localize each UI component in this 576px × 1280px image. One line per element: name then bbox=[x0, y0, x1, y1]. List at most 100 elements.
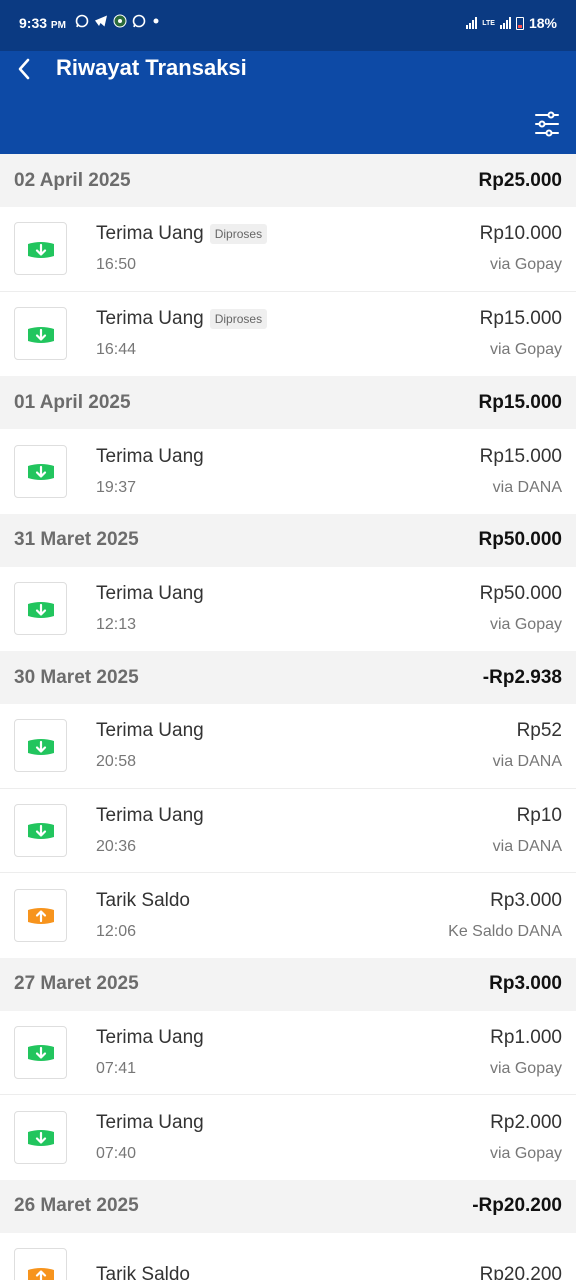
transaction-title: Terima Uang bbox=[96, 445, 204, 467]
transaction-row[interactable]: Terima Uang 20:36 Rp10 via DANA bbox=[0, 788, 576, 873]
group-date: 27 Maret 2025 bbox=[14, 973, 139, 994]
group-total: Rp3.000 bbox=[489, 973, 562, 994]
notification-icons bbox=[75, 14, 161, 28]
receive-money-icon bbox=[14, 582, 67, 636]
transaction-title: Terima Uang bbox=[96, 1026, 204, 1048]
date-group-header: 30 Maret 2025 -Rp2.938 bbox=[0, 651, 576, 704]
group-total: -Rp20.200 bbox=[472, 1195, 562, 1216]
status-ampm: PM bbox=[50, 20, 66, 31]
transaction-channel: via Gopay bbox=[489, 616, 562, 634]
transaction-title: Terima Uang bbox=[96, 223, 204, 245]
transaction-title: Terima Uang bbox=[96, 720, 204, 742]
more-notifications-dot-icon bbox=[153, 18, 159, 24]
transaction-row[interactable]: Terima Uang 19:37 Rp15.000 via DANA bbox=[0, 429, 576, 514]
transaction-amount: Rp10 bbox=[516, 804, 562, 826]
status-badge: Diproses bbox=[209, 309, 268, 330]
transaction-channel: via DANA bbox=[492, 753, 562, 771]
transaction-info: Terima Uang 07:41 bbox=[96, 1027, 490, 1078]
transaction-amount: Rp15.000 bbox=[479, 308, 562, 330]
transaction-amount: Rp1.000 bbox=[490, 1026, 562, 1048]
transaction-title: Tarik Saldo bbox=[96, 1263, 190, 1280]
date-group-header: 26 Maret 2025 -Rp20.200 bbox=[0, 1179, 576, 1233]
date-group-header: 01 April 2025 Rp15.000 bbox=[0, 376, 576, 429]
group-date: 31 Maret 2025 bbox=[14, 529, 139, 550]
transaction-time: 19:37 bbox=[96, 478, 137, 496]
group-total: Rp50.000 bbox=[478, 529, 562, 550]
transaction-info: Terima Uang 19:37 bbox=[96, 446, 480, 497]
group-date: 26 Maret 2025 bbox=[14, 1195, 139, 1216]
transaction-title: Tarik Saldo bbox=[96, 889, 190, 911]
whatsapp-business-icon bbox=[132, 14, 146, 28]
transaction-row[interactable]: Terima Uang 20:58 Rp52 via DANA bbox=[0, 704, 576, 789]
transaction-amount-block: Rp15.000 via Gopay bbox=[480, 308, 562, 359]
filter-icon[interactable] bbox=[534, 110, 560, 138]
transaction-time: 20:58 bbox=[96, 753, 137, 771]
transaction-time: 16:44 bbox=[96, 341, 137, 359]
date-group-header: 27 Maret 2025 Rp3.000 bbox=[0, 957, 576, 1011]
transaction-amount: Rp20.200 bbox=[479, 1263, 562, 1280]
transaction-info: Terima Uang 20:36 bbox=[96, 805, 493, 856]
transaction-row[interactable]: Tarik Saldo 12:06 Rp3.000 Ke Saldo DANA bbox=[0, 873, 576, 958]
whatsapp-icon bbox=[75, 14, 89, 28]
status-badge: Diproses bbox=[209, 224, 268, 245]
transaction-amount-block: Rp10 via DANA bbox=[493, 805, 562, 856]
transaction-amount: Rp15.000 bbox=[479, 445, 562, 467]
receive-money-icon bbox=[14, 719, 67, 773]
transaction-info: Tarik Saldo 12:06 bbox=[96, 890, 448, 941]
page-title: Riwayat Transaksi bbox=[56, 55, 247, 80]
app-notification-icon bbox=[113, 14, 127, 28]
receive-money-icon bbox=[14, 444, 67, 498]
transaction-amount-block: Rp10.000 via Gopay bbox=[480, 223, 562, 274]
transaction-info: Terima Uang 12:13 bbox=[96, 583, 480, 634]
withdraw-money-icon bbox=[14, 888, 67, 942]
transaction-time: 20:36 bbox=[96, 837, 137, 855]
battery-percent: 18% bbox=[528, 15, 557, 31]
date-group-header: 31 Maret 2025 Rp50.000 bbox=[0, 513, 576, 567]
receive-money-icon bbox=[14, 803, 67, 857]
back-arrow-icon[interactable] bbox=[12, 56, 38, 82]
withdraw-money-icon bbox=[14, 1248, 67, 1280]
group-total: Rp25.000 bbox=[478, 169, 562, 191]
transaction-title: Terima Uang bbox=[96, 583, 204, 605]
app-bar: Riwayat Transaksi bbox=[0, 51, 576, 154]
transaction-title: Terima Uang bbox=[96, 804, 204, 826]
transaction-channel: Ke Saldo DANA bbox=[448, 922, 562, 940]
transaction-amount: Rp52 bbox=[516, 720, 562, 742]
status-bar: 9:33 PM LTE 18% bbox=[0, 0, 576, 51]
receive-money-icon bbox=[14, 222, 67, 276]
transaction-info: Terima Uang Diproses 16:44 bbox=[96, 308, 480, 359]
transaction-time: 16:50 bbox=[96, 256, 137, 274]
transaction-amount: Rp2.000 bbox=[490, 1111, 562, 1133]
transaction-channel: via Gopay bbox=[489, 341, 562, 359]
transaction-amount-block: Rp2.000 via Gopay bbox=[490, 1112, 562, 1163]
group-total: Rp15.000 bbox=[478, 391, 562, 413]
transaction-info: Tarik Saldo bbox=[96, 1264, 480, 1280]
transaction-title: Terima Uang bbox=[96, 308, 204, 330]
battery-icon bbox=[515, 16, 524, 30]
status-time: 9:33 PM bbox=[19, 15, 66, 31]
group-date: 01 April 2025 bbox=[14, 391, 131, 413]
transaction-amount-block: Rp1.000 via Gopay bbox=[490, 1027, 562, 1078]
group-total: -Rp2.938 bbox=[482, 666, 562, 688]
transaction-info: Terima Uang 20:58 bbox=[96, 720, 493, 771]
transaction-row[interactable]: Terima Uang 12:13 Rp50.000 via Gopay bbox=[0, 566, 576, 651]
transaction-list: 02 April 2025 Rp25.000 Terima Uang Diproses… bbox=[0, 154, 576, 1280]
group-date: 02 April 2025 bbox=[14, 169, 131, 191]
transaction-row[interactable]: Terima Uang 07:41 Rp1.000 via Gopay bbox=[0, 1010, 576, 1095]
transaction-row[interactable]: Terima Uang Diproses 16:50 Rp10.000 via Gopa… bbox=[0, 207, 576, 292]
receive-money-icon bbox=[14, 1110, 67, 1164]
transaction-amount-block: Rp50.000 via Gopay bbox=[480, 583, 562, 634]
transaction-row[interactable]: Terima Uang 07:40 Rp2.000 via Gopay bbox=[0, 1095, 576, 1180]
transaction-row[interactable]: Tarik Saldo Rp20.200 bbox=[0, 1232, 576, 1280]
transaction-channel: via DANA bbox=[492, 478, 562, 496]
transaction-amount-block: Rp15.000 via DANA bbox=[480, 446, 562, 497]
transaction-info: Terima Uang Diproses 16:50 bbox=[96, 223, 480, 274]
signal-icon bbox=[466, 17, 478, 29]
transaction-info: Terima Uang 07:40 bbox=[96, 1112, 490, 1163]
receive-money-icon bbox=[14, 1025, 67, 1079]
lte-icon: LTE bbox=[482, 19, 495, 27]
transaction-row[interactable]: Terima Uang Diproses 16:44 Rp15.000 via Gopa… bbox=[0, 291, 576, 376]
telegram-icon bbox=[95, 15, 107, 27]
date-group-header: 02 April 2025 Rp25.000 bbox=[0, 154, 576, 207]
transaction-time: 07:40 bbox=[96, 1144, 137, 1162]
